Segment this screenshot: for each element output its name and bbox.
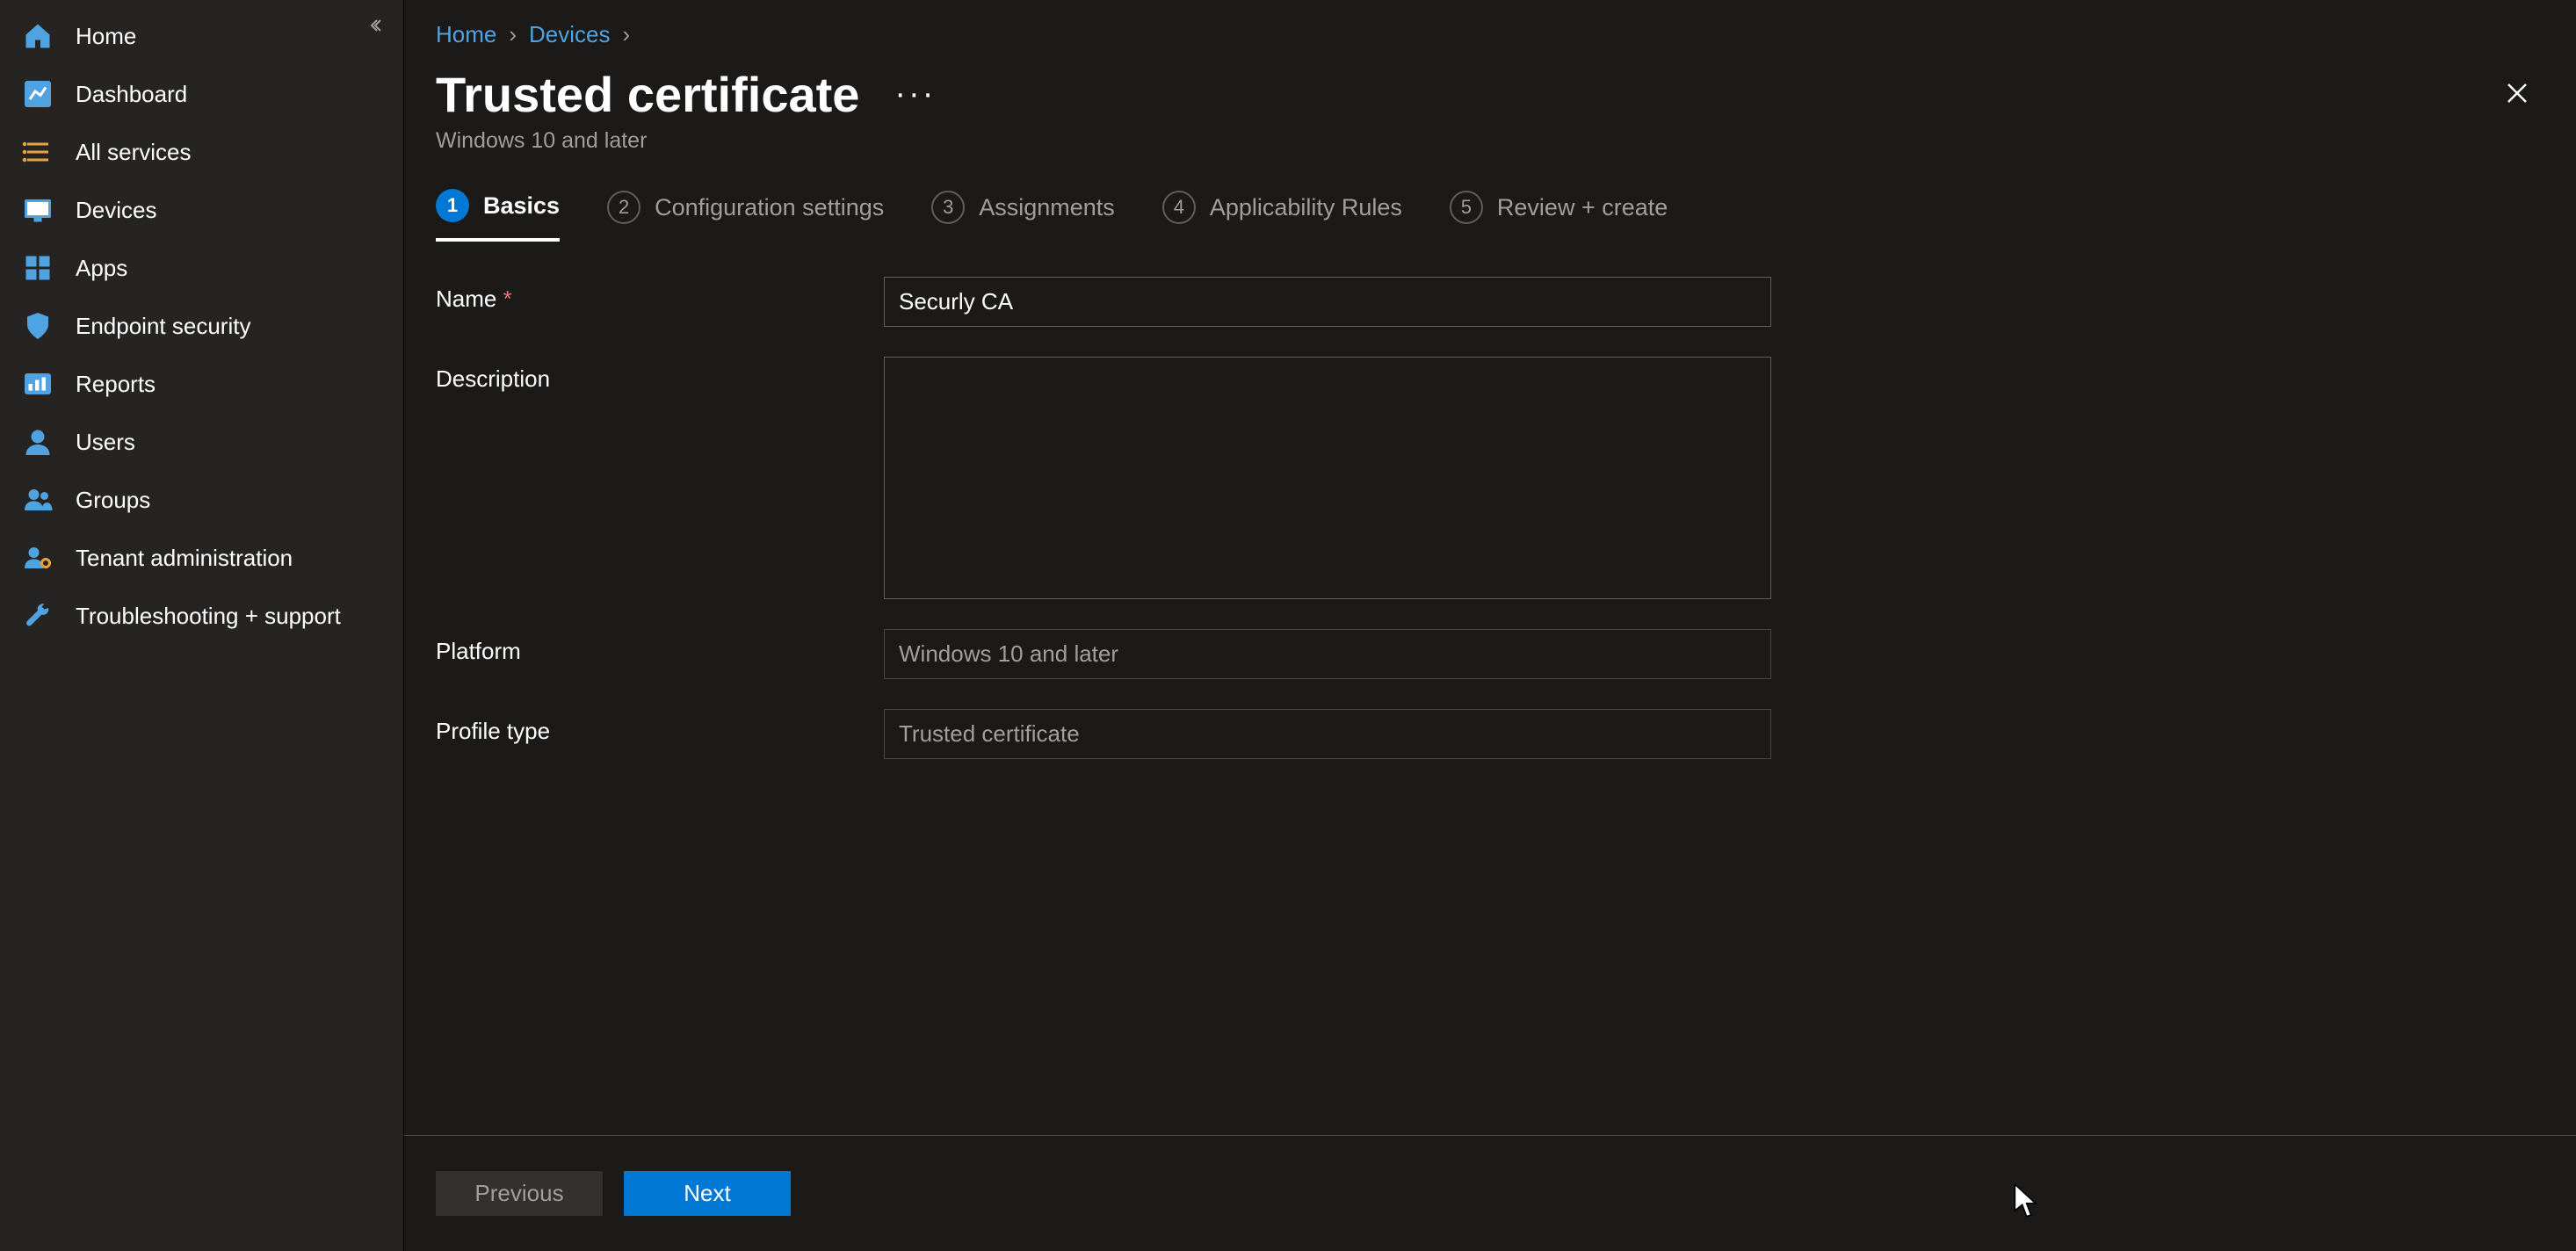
wizard-steps: 1 Basics 2 Configuration settings 3 Assi… — [404, 180, 2576, 242]
sidebar-item-endpoint-security[interactable]: Endpoint security — [0, 297, 403, 355]
platform-input — [884, 629, 1771, 679]
sidebar-item-label: Reports — [76, 371, 156, 398]
breadcrumb: Home › Devices › — [404, 0, 2576, 48]
chevron-right-icon: › — [623, 21, 631, 48]
groups-icon — [21, 483, 54, 517]
step-label: Review + create — [1497, 194, 1668, 221]
step-number: 2 — [607, 191, 640, 224]
sidebar-item-groups[interactable]: Groups — [0, 471, 403, 529]
step-label: Applicability Rules — [1210, 194, 1402, 221]
wizard-footer: Previous Next — [404, 1135, 2576, 1251]
sidebar-item-label: Dashboard — [76, 81, 187, 108]
sidebar-item-tenant-administration[interactable]: Tenant administration — [0, 529, 403, 587]
shield-icon — [21, 309, 54, 343]
sidebar-item-label: Troubleshooting + support — [76, 603, 341, 630]
breadcrumb-devices[interactable]: Devices — [529, 21, 610, 48]
apps-icon — [21, 251, 54, 285]
user-icon — [21, 425, 54, 459]
page-subtitle: Windows 10 and later — [436, 128, 936, 154]
collapse-sidebar-icon[interactable] — [370, 16, 387, 40]
wrench-icon — [21, 599, 54, 633]
breadcrumb-home[interactable]: Home — [436, 21, 496, 48]
sidebar-item-label: All services — [76, 139, 191, 166]
dashboard-icon — [21, 77, 54, 111]
sidebar-item-dashboard[interactable]: Dashboard — [0, 65, 403, 123]
step-basics[interactable]: 1 Basics — [436, 189, 560, 242]
form-area: Name * Description Platform Profile type — [404, 242, 2576, 1135]
step-label: Configuration settings — [655, 194, 884, 221]
tenant-icon — [21, 541, 54, 575]
sidebar-item-label: Users — [76, 429, 135, 456]
sidebar-item-apps[interactable]: Apps — [0, 239, 403, 297]
sidebar-item-devices[interactable]: Devices — [0, 181, 403, 239]
previous-button[interactable]: Previous — [436, 1171, 603, 1216]
sidebar-item-label: Groups — [76, 487, 150, 514]
reports-icon — [21, 367, 54, 401]
step-assignments[interactable]: 3 Assignments — [931, 191, 1115, 240]
name-input[interactable] — [884, 277, 1771, 327]
more-icon[interactable]: ··· — [894, 76, 936, 113]
sidebar: Home Dashboard All services Devices Apps — [0, 0, 404, 1251]
sidebar-item-label: Tenant administration — [76, 545, 293, 572]
required-indicator: * — [503, 286, 512, 312]
close-icon[interactable] — [2490, 66, 2544, 125]
profile-type-label: Profile type — [436, 709, 884, 745]
sidebar-item-troubleshooting[interactable]: Troubleshooting + support — [0, 587, 403, 645]
platform-label: Platform — [436, 629, 884, 665]
name-label: Name * — [436, 277, 884, 313]
step-label: Assignments — [979, 194, 1115, 221]
sidebar-item-users[interactable]: Users — [0, 413, 403, 471]
sidebar-item-label: Home — [76, 23, 136, 50]
profile-type-input — [884, 709, 1771, 759]
step-configuration-settings[interactable]: 2 Configuration settings — [607, 191, 884, 240]
chevron-right-icon: › — [509, 21, 517, 48]
sidebar-item-label: Devices — [76, 197, 156, 224]
step-number: 1 — [436, 189, 469, 222]
sidebar-item-all-services[interactable]: All services — [0, 123, 403, 181]
step-number: 4 — [1162, 191, 1196, 224]
page-header: Trusted certificate ··· Windows 10 and l… — [404, 48, 2576, 180]
sidebar-item-reports[interactable]: Reports — [0, 355, 403, 413]
step-applicability-rules[interactable]: 4 Applicability Rules — [1162, 191, 1402, 240]
sidebar-item-label: Endpoint security — [76, 313, 250, 340]
step-number: 5 — [1450, 191, 1483, 224]
step-label: Basics — [483, 192, 560, 220]
next-button[interactable]: Next — [624, 1171, 791, 1216]
sidebar-item-label: Apps — [76, 255, 127, 282]
sidebar-item-home[interactable]: Home — [0, 7, 403, 65]
page-title: Trusted certificate — [436, 66, 859, 123]
monitor-icon — [21, 193, 54, 227]
description-input[interactable] — [884, 357, 1771, 599]
list-icon — [21, 135, 54, 169]
step-number: 3 — [931, 191, 965, 224]
step-review-create[interactable]: 5 Review + create — [1450, 191, 1668, 240]
main-content: Home › Devices › Trusted certificate ···… — [404, 0, 2576, 1251]
home-icon — [21, 19, 54, 53]
description-label: Description — [436, 357, 884, 393]
